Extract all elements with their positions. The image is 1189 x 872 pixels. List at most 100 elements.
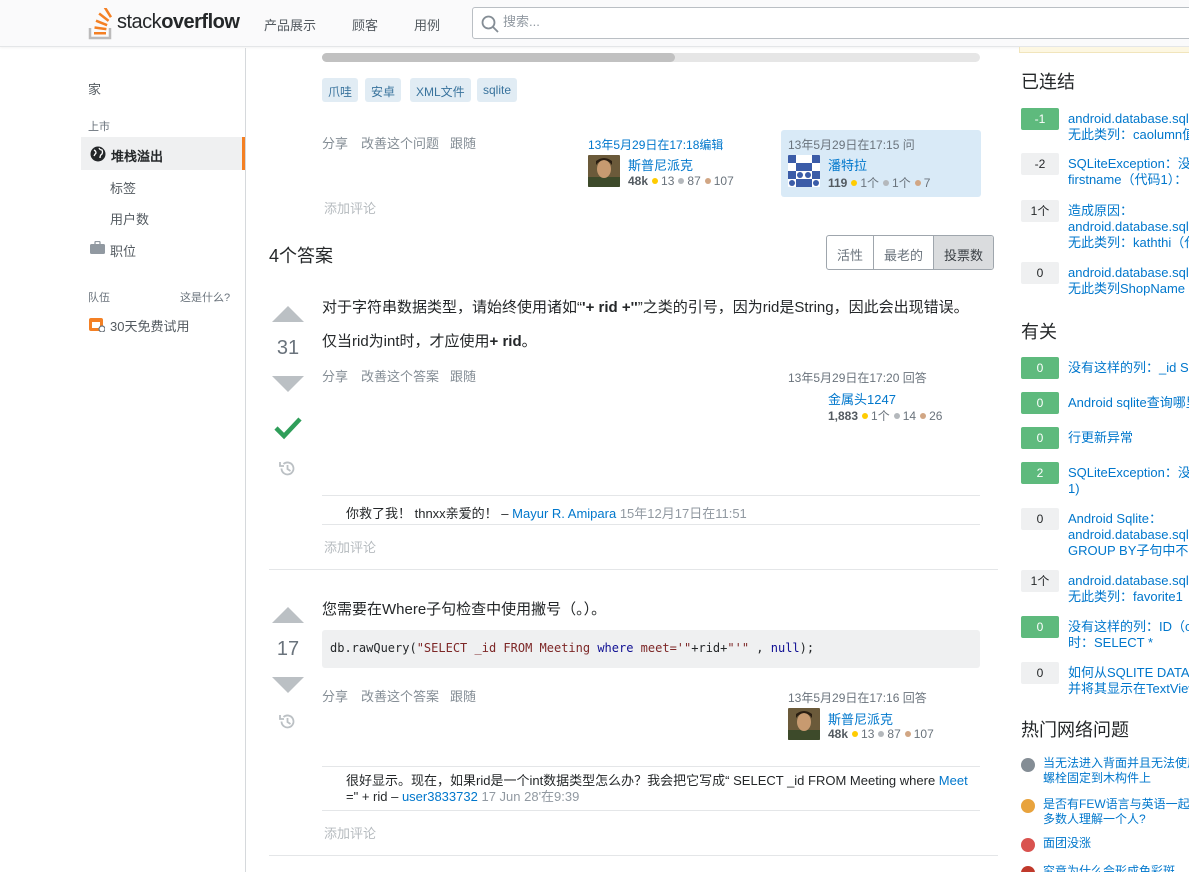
tag-xml[interactable]: XML文件 bbox=[410, 78, 471, 102]
comment-user-link[interactable]: user3833732 bbox=[402, 789, 478, 804]
teams-what-link[interactable]: 这是什么? bbox=[180, 289, 230, 305]
tab-active[interactable]: 活性 bbox=[827, 236, 875, 269]
score-badge: 0 bbox=[1021, 357, 1059, 379]
question-share-link[interactable]: 分享 bbox=[322, 133, 348, 152]
sidebar-question-link[interactable]: android.database.sql 无此类列：favorite1 bbox=[1068, 573, 1189, 605]
site-icon bbox=[1021, 799, 1035, 813]
asked-time: 13年5月29日在17:15 问 bbox=[788, 138, 915, 152]
logo-text: stackoverflow bbox=[117, 11, 240, 33]
asker-username[interactable]: 潘特拉 bbox=[828, 155, 867, 174]
answers-sort-tabs: 活性 最老的 投票数 bbox=[826, 235, 995, 270]
tag-java[interactable]: 爪哇 bbox=[322, 78, 359, 102]
accepted-checkmark-icon bbox=[274, 417, 302, 440]
answer-1-username[interactable]: 金属头1247 bbox=[828, 389, 896, 408]
hot-questions-heading: 热门网络问题 bbox=[1021, 720, 1129, 740]
question-improve-link[interactable]: 改善这个问题 bbox=[361, 133, 439, 152]
answer-2-reputation: 48k 13 87 107 bbox=[828, 727, 934, 741]
sidebar-question-link[interactable]: Android Sqlite： android.database.sql GROUP… bbox=[1068, 511, 1189, 559]
history-icon[interactable] bbox=[278, 712, 297, 731]
search-input[interactable] bbox=[503, 14, 1003, 29]
nav-customers[interactable]: 顾客 bbox=[352, 15, 378, 34]
answer-1-improve-link[interactable]: 改善这个答案 bbox=[361, 366, 439, 385]
hot-question-link[interactable]: 当无法进入背面并且无法使用 螺栓固定到木构件上 bbox=[1043, 756, 1189, 786]
comment-divider bbox=[322, 524, 980, 525]
stackoverflow-logo[interactable]: stackoverflow bbox=[88, 6, 240, 40]
comment-divider bbox=[322, 810, 980, 811]
search-box[interactable] bbox=[472, 7, 1189, 39]
score-badge: 0 bbox=[1021, 392, 1059, 414]
question-add-comment[interactable]: 添加评论 bbox=[324, 198, 376, 217]
hot-question-link[interactable]: 面团没涨 bbox=[1043, 836, 1091, 851]
answer-2-share-link[interactable]: 分享 bbox=[322, 686, 348, 705]
nav-section-teams: 队伍 bbox=[88, 292, 110, 304]
answer-2-code-block: db.rawQuery("SELECT _id FROM Meeting whe… bbox=[322, 630, 980, 668]
avatar[interactable] bbox=[788, 708, 820, 740]
tab-votes[interactable]: 投票数 bbox=[934, 236, 994, 269]
comment-user-link[interactable]: Mayur R. Amipara bbox=[512, 506, 616, 521]
sidebar-question-link[interactable]: android.database.sql 无此类列ShopName bbox=[1068, 265, 1189, 297]
editor-reputation: 48k 13 87 107 bbox=[628, 174, 734, 188]
hot-question-link[interactable]: 究竟为什么会形成色彩斑 bbox=[1043, 864, 1175, 872]
sidebar-question-link[interactable]: SQLiteException：没 firstname（代码1）： bbox=[1068, 156, 1189, 188]
answer-divider bbox=[269, 855, 998, 856]
answer-1-add-comment[interactable]: 添加评论 bbox=[324, 537, 376, 556]
score-badge: 1个 bbox=[1021, 200, 1059, 222]
nav-tags[interactable]: 标签 bbox=[110, 178, 136, 197]
answer-2-username[interactable]: 斯普尼派克 bbox=[828, 709, 893, 728]
top-bar: stackoverflow 产品展示 顾客 用例 bbox=[0, 0, 1189, 47]
nav-use-cases[interactable]: 用例 bbox=[414, 15, 440, 34]
edited-time[interactable]: 13年5月29日在17:18编辑 bbox=[588, 136, 723, 153]
left-sidebar: 家 上市 堆栈溢出 标签 用户数 职位 队伍 这是什么? 30天免费试用 bbox=[0, 48, 246, 872]
downvote-arrow-icon[interactable] bbox=[272, 677, 304, 693]
question-follow-link[interactable]: 跟随 bbox=[450, 133, 476, 152]
nav-home[interactable]: 家 bbox=[88, 79, 101, 98]
sidebar-question-link[interactable]: 造成原因： android.database.sql 无此类列：kaththi（代 bbox=[1068, 203, 1189, 251]
sidebar-notice-box bbox=[1019, 47, 1189, 53]
answers-heading: 4个答案 bbox=[269, 246, 334, 266]
answer-2-vote-cell: 17 bbox=[269, 607, 307, 693]
answer-2-follow-link[interactable]: 跟随 bbox=[450, 686, 476, 705]
score-badge: 0 bbox=[1021, 262, 1059, 284]
nav-products[interactable]: 产品展示 bbox=[264, 15, 316, 34]
score-badge: 0 bbox=[1021, 662, 1059, 684]
hot-question-link[interactable]: 是否有FEW语言与英语一起 多数人理解一个人? bbox=[1043, 797, 1189, 827]
tag-sqlite[interactable]: sqlite bbox=[477, 78, 518, 102]
site-icon bbox=[1021, 866, 1035, 872]
sidebar-question-link[interactable]: SQLiteException：没 1) bbox=[1068, 465, 1189, 497]
answer-2-add-comment[interactable]: 添加评论 bbox=[324, 823, 376, 842]
sidebar-question-link[interactable]: 没有这样的列：ID（c 时：SELECT * bbox=[1068, 619, 1189, 651]
answer-1-time: 13年5月29日在17:20 回答 bbox=[788, 371, 927, 385]
upvote-arrow-icon[interactable] bbox=[272, 607, 304, 623]
score-badge: 0 bbox=[1021, 427, 1059, 449]
answer-2-improve-link[interactable]: 改善这个答案 bbox=[361, 686, 439, 705]
editor-username[interactable]: 斯普尼派克 bbox=[628, 155, 693, 174]
sidebar-question-link[interactable]: Android sqlite查询哪里 bbox=[1068, 395, 1189, 411]
sidebar-question-link[interactable]: 如何从SQLITE DATA 并将其显示在TextView bbox=[1068, 665, 1189, 697]
answer-1-share-link[interactable]: 分享 bbox=[322, 366, 348, 385]
sidebar-question-link[interactable]: 行更新异常 bbox=[1068, 430, 1133, 446]
site-icon bbox=[1021, 758, 1035, 772]
answer-1-follow-link[interactable]: 跟随 bbox=[450, 366, 476, 385]
sidebar-question-link[interactable]: 没有这样的列：_id S bbox=[1068, 360, 1189, 376]
linked-heading: 已连结 bbox=[1021, 72, 1075, 92]
tab-oldest[interactable]: 最老的 bbox=[874, 236, 935, 269]
nav-users[interactable]: 用户数 bbox=[110, 209, 149, 228]
nav-jobs[interactable]: 职位 bbox=[110, 241, 136, 260]
sidebar-question-link[interactable]: android.database.sql 无此类列：caolumn值 bbox=[1068, 111, 1189, 143]
comment-divider bbox=[322, 766, 980, 767]
briefcase-icon bbox=[90, 241, 105, 254]
identicon-avatar[interactable] bbox=[788, 155, 820, 187]
free-trial-link[interactable]: 30天免费试用 bbox=[110, 316, 189, 335]
avatar[interactable] bbox=[588, 155, 620, 187]
upvote-arrow-icon[interactable] bbox=[272, 306, 304, 322]
downvote-arrow-icon[interactable] bbox=[272, 376, 304, 392]
answer-1-reputation: 1,883 1个 14 26 bbox=[828, 409, 943, 423]
tag-android[interactable]: 安卓 bbox=[365, 78, 402, 102]
asker-reputation: 119 1个 1个 7 bbox=[828, 176, 931, 190]
history-icon[interactable] bbox=[278, 459, 297, 478]
related-heading: 有关 bbox=[1021, 322, 1057, 342]
code-scrollbar-thumb[interactable] bbox=[322, 53, 675, 62]
nav-stackoverflow[interactable]: 堆栈溢出 bbox=[81, 137, 245, 170]
vote-count: 17 bbox=[276, 638, 300, 660]
answer-2-comment: 很好显示。现在，如果rid是一个int数据类型怎么办？我会把它写成“ SELEC… bbox=[346, 773, 968, 804]
